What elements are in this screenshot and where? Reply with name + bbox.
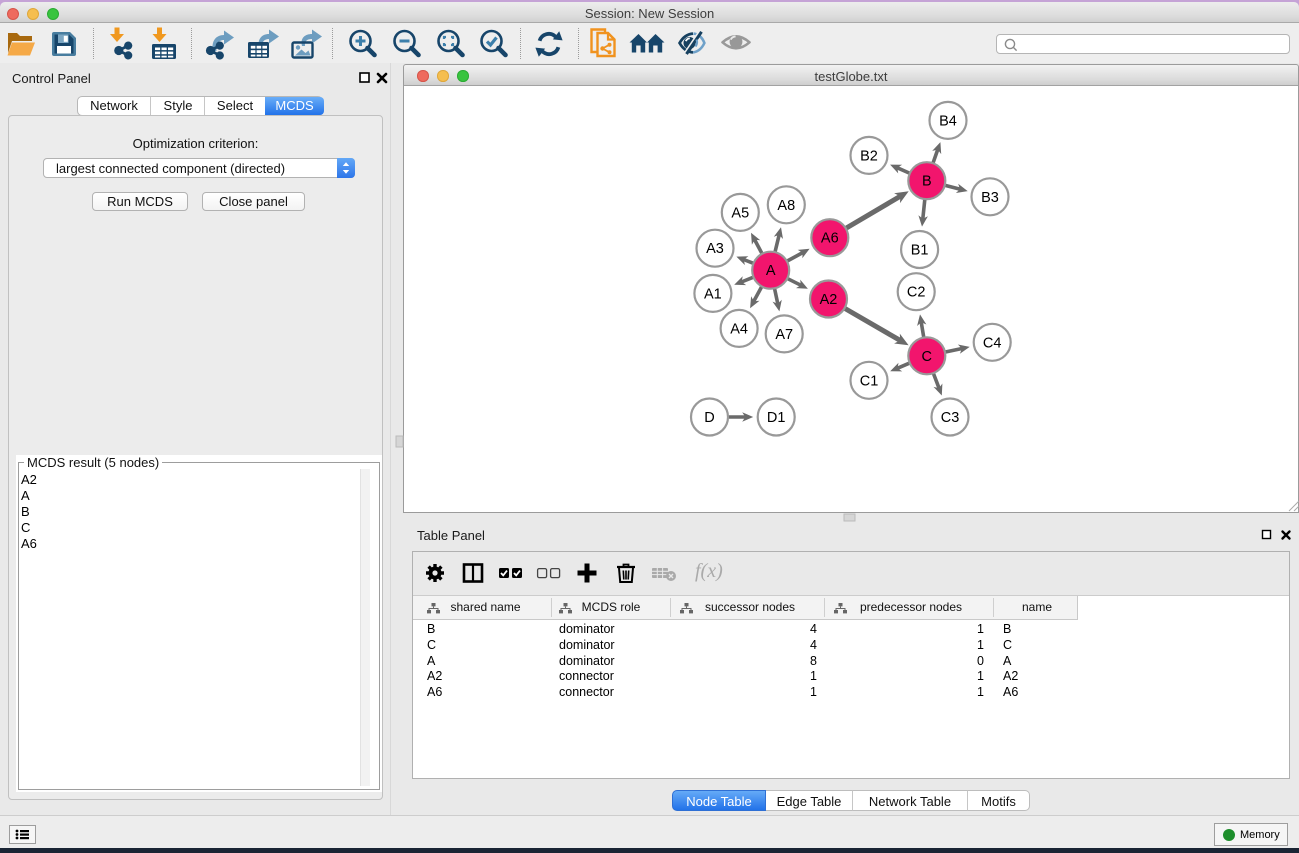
svg-text:D1: D1 <box>767 410 786 426</box>
svg-text:C4: C4 <box>983 335 1002 351</box>
svg-text:A7: A7 <box>775 327 793 343</box>
svg-text:A6: A6 <box>821 231 839 247</box>
svg-text:A3: A3 <box>706 241 724 257</box>
svg-text:B4: B4 <box>939 113 957 129</box>
svg-text:A: A <box>766 263 776 279</box>
svg-text:A4: A4 <box>730 321 748 337</box>
svg-text:B: B <box>922 174 932 190</box>
svg-text:B2: B2 <box>860 148 878 164</box>
svg-text:B1: B1 <box>911 243 929 259</box>
svg-text:A8: A8 <box>777 198 795 214</box>
svg-text:A2: A2 <box>820 292 838 308</box>
svg-text:A1: A1 <box>704 286 722 302</box>
svg-text:C3: C3 <box>941 410 960 426</box>
svg-text:C: C <box>922 349 932 365</box>
svg-text:C1: C1 <box>860 373 879 389</box>
svg-text:D: D <box>704 410 714 426</box>
svg-text:C2: C2 <box>907 285 926 301</box>
svg-text:A5: A5 <box>731 205 749 221</box>
svg-text:B3: B3 <box>981 190 999 206</box>
